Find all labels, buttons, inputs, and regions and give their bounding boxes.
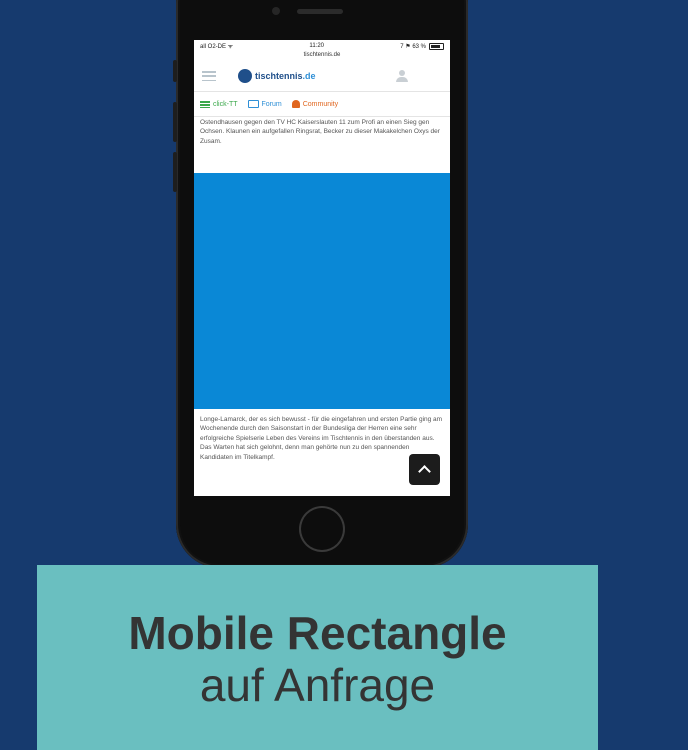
- mute-switch: [173, 60, 177, 82]
- scroll-to-top-button[interactable]: [409, 454, 440, 485]
- list-icon: [200, 100, 210, 108]
- logo-tld: .de: [302, 71, 316, 81]
- status-bar: all O2-DE ᯤ 11:20 7 ⚑ 63 %: [194, 40, 450, 52]
- person-icon: [291, 100, 300, 108]
- site-logo[interactable]: tischtennis.de: [238, 69, 316, 83]
- status-right: 7 ⚑ 63 %: [400, 42, 444, 50]
- nav-label-forum: Forum: [261, 100, 282, 108]
- nav-label-click-tt: click-TT: [213, 100, 238, 108]
- hamburger-menu-icon[interactable]: [202, 71, 216, 81]
- article-text-top: Ostendhausen gegen den TV HC Kaiserslaut…: [200, 119, 440, 145]
- logo-brand: tischtennis: [255, 71, 303, 81]
- url-text: tischtennis.de: [303, 52, 341, 58]
- caption-title: Mobile Rectangle: [128, 607, 507, 659]
- nav-item-click-tt[interactable]: click-TT: [200, 100, 238, 108]
- caption-subtitle: auf Anfrage: [199, 659, 436, 711]
- nav-item-forum[interactable]: Forum: [247, 100, 282, 108]
- mobile-rectangle-ad[interactable]: [194, 173, 450, 409]
- monitor-icon: [247, 100, 259, 108]
- carrier-signal: all O2-DE ᯤ: [200, 44, 234, 50]
- caption-box: Mobile Rectangle auf Anfrage: [37, 565, 598, 750]
- earpiece-speaker: [297, 9, 343, 14]
- phone-screen: all O2-DE ᯤ 11:20 7 ⚑ 63 % tischtennis.d…: [194, 40, 450, 496]
- battery-icon: [429, 42, 444, 50]
- site-nav: click-TT Forum Community: [194, 92, 450, 117]
- site-header: tischtennis.de: [194, 61, 450, 92]
- front-camera: [272, 7, 280, 15]
- nav-item-community[interactable]: Community: [291, 100, 339, 108]
- battery-label: 7 ⚑ 63 %: [400, 43, 426, 50]
- address-bar[interactable]: tischtennis.de: [194, 52, 450, 61]
- ball-logo-icon: [238, 69, 252, 83]
- logo-text: tischtennis.de: [255, 71, 316, 81]
- user-account-icon[interactable]: [396, 70, 408, 82]
- home-button: [299, 506, 345, 552]
- volume-down-button: [173, 152, 177, 192]
- nav-label-community: Community: [302, 100, 339, 108]
- volume-up-button: [173, 102, 177, 142]
- clock: 11:20: [309, 43, 324, 49]
